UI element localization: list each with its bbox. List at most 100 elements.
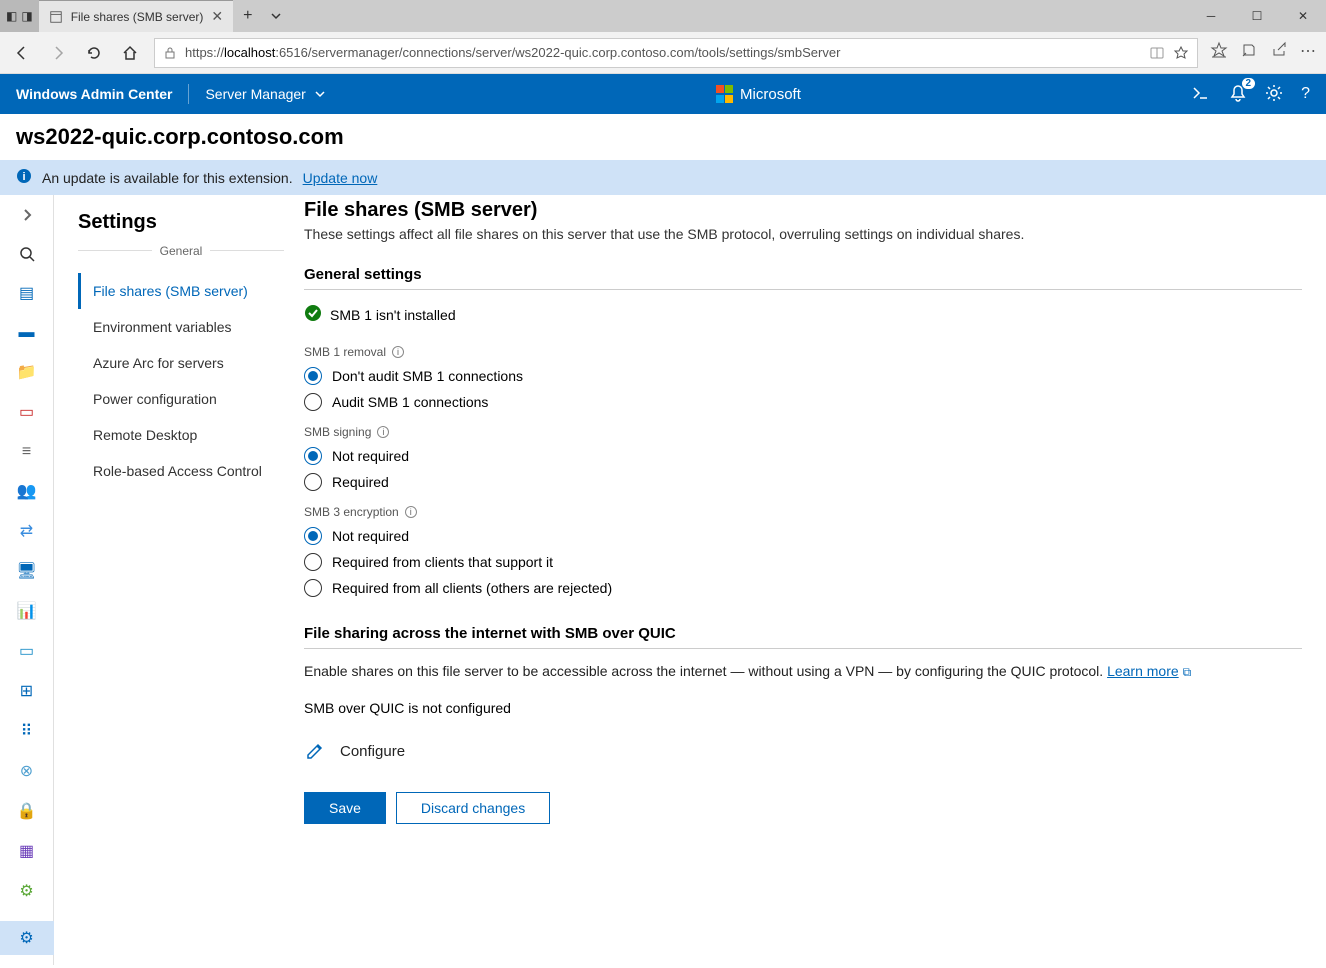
quic-heading: File sharing across the internet with SM… [304, 625, 1302, 649]
app-brand[interactable]: Windows Admin Center [0, 86, 188, 102]
radio-enc-not-required[interactable]: Not required [304, 527, 1302, 545]
breadcrumb[interactable]: Server Manager [189, 86, 341, 102]
notifications-icon[interactable]: 2 [1229, 84, 1247, 105]
rail-performance-icon[interactable]: 📊 [15, 601, 39, 621]
radio-signing-required[interactable]: Required [304, 473, 1302, 491]
radio-signing-not-required[interactable]: Not required [304, 447, 1302, 465]
radio-enc-all-clients[interactable]: Required from all clients (others are re… [304, 579, 1302, 597]
learn-more-link[interactable]: Learn more [1107, 663, 1179, 679]
tab-page-icon [49, 10, 63, 24]
reading-view-icon[interactable] [1149, 45, 1165, 61]
radio-button[interactable] [304, 527, 322, 545]
tools-rail: ▤ ▬ 📁 ▭ ≡ 👥 ⇄ 🖥 📊 ▭ ⊞ ⠿ ⊗ 🔒 ▦ ⚙ ⚙ [0, 195, 54, 965]
configure-button[interactable]: Configure [304, 740, 1302, 762]
rail-lock-icon[interactable]: 🔒 [15, 801, 39, 821]
rail-calendar-icon[interactable]: ▦ [15, 841, 39, 861]
notes-icon[interactable] [1240, 41, 1258, 64]
settings-gear-icon[interactable] [1265, 84, 1283, 105]
tab-close-icon[interactable]: ✕ [211, 8, 223, 25]
nav-file-shares[interactable]: File shares (SMB server) [78, 273, 304, 309]
nav-azure-arc[interactable]: Azure Arc for servers [78, 345, 304, 381]
refresh-button[interactable] [82, 41, 106, 65]
rail-power-icon[interactable]: ⊗ [15, 761, 39, 781]
svg-text:i: i [22, 171, 25, 183]
nav-rbac[interactable]: Role-based Access Control [78, 453, 304, 489]
minimize-button[interactable]: ─ [1188, 0, 1234, 32]
browser-address-bar: https://localhost:6516/servermanager/con… [0, 32, 1326, 74]
new-tab-button[interactable]: + [233, 0, 262, 32]
info-icon: i [16, 168, 32, 187]
radio-button[interactable] [304, 553, 322, 571]
quic-description: Enable shares on this file server to be … [304, 663, 1302, 680]
discard-button[interactable]: Discard changes [396, 792, 550, 824]
rail-expand-icon[interactable] [15, 205, 39, 224]
nav-environment-variables[interactable]: Environment variables [78, 309, 304, 345]
favorites-icon[interactable] [1210, 41, 1228, 64]
rail-card-icon[interactable]: ▭ [15, 641, 39, 661]
save-button[interactable]: Save [304, 792, 386, 824]
external-link-icon: ⧉ [1183, 665, 1192, 679]
tab-title: File shares (SMB server) [71, 10, 204, 24]
share-icon[interactable] [1270, 41, 1288, 64]
rail-network-icon[interactable]: ⇄ [15, 521, 39, 541]
rail-apps-icon[interactable]: ⠿ [15, 721, 39, 741]
update-banner: i An update is available for this extens… [0, 160, 1326, 195]
check-icon [304, 304, 322, 325]
nav-remote-desktop[interactable]: Remote Desktop [78, 417, 304, 453]
favorite-star-icon[interactable] [1173, 45, 1189, 61]
general-settings-heading: General settings [304, 266, 1302, 290]
microsoft-label: Microsoft [740, 86, 801, 103]
radio-button[interactable] [304, 447, 322, 465]
rail-settings-icon[interactable]: ⚙ [0, 921, 54, 955]
nav-power-configuration[interactable]: Power configuration [78, 381, 304, 417]
back-button[interactable] [10, 41, 34, 65]
powershell-icon[interactable] [1191, 83, 1211, 106]
rail-list-icon[interactable]: ≡ [15, 442, 39, 461]
rail-overview-icon[interactable]: ▤ [15, 283, 39, 303]
close-button[interactable]: ✕ [1280, 0, 1326, 32]
radio-button[interactable] [304, 393, 322, 411]
forward-button[interactable] [46, 41, 70, 65]
more-icon[interactable]: ⋯ [1300, 41, 1316, 64]
app-header: Windows Admin Center Server Manager Micr… [0, 74, 1326, 114]
smb3-encryption-label: SMB 3 encryption i [304, 505, 1302, 519]
tab-list-chevron-icon[interactable] [262, 0, 290, 32]
radio-dont-audit-smb1[interactable]: Don't audit SMB 1 connections [304, 367, 1302, 385]
rail-monitor-icon[interactable]: 🖥 [15, 561, 39, 581]
rail-services-icon[interactable]: ⚙ [15, 881, 39, 901]
window-titlebar: ◧ ◨ File shares (SMB server) ✕ + ─ ☐ ✕ [0, 0, 1326, 32]
smb1-status-text: SMB 1 isn't installed [330, 307, 456, 323]
home-button[interactable] [118, 41, 142, 65]
info-icon[interactable]: i [392, 346, 404, 358]
rail-firewall-icon[interactable]: ▭ [15, 402, 39, 422]
help-icon[interactable]: ? [1301, 85, 1310, 103]
maximize-button[interactable]: ☐ [1234, 0, 1280, 32]
radio-enc-supported-clients[interactable]: Required from clients that support it [304, 553, 1302, 571]
microsoft-logo-icon [716, 85, 734, 103]
smb1-removal-label: SMB 1 removal i [304, 345, 1302, 359]
info-icon[interactable]: i [377, 426, 389, 438]
radio-button[interactable] [304, 579, 322, 597]
radio-button[interactable] [304, 367, 322, 385]
titlebar-app-icons: ◧ ◨ [0, 0, 39, 32]
radio-button[interactable] [304, 473, 322, 491]
notification-count-badge: 2 [1242, 78, 1256, 89]
rail-files-icon[interactable]: 📁 [15, 362, 39, 382]
chevron-down-icon [314, 88, 326, 100]
url-input[interactable]: https://localhost:6516/servermanager/con… [154, 38, 1198, 68]
rail-azure-icon[interactable]: ▬ [15, 323, 39, 342]
settings-group-label: General [78, 250, 284, 273]
app-icon-1: ◧ [6, 9, 17, 23]
rail-users-icon[interactable]: 👥 [15, 481, 39, 501]
radio-audit-smb1[interactable]: Audit SMB 1 connections [304, 393, 1302, 411]
pencil-icon [304, 740, 326, 762]
rail-registry-icon[interactable]: ⊞ [15, 681, 39, 701]
app-icon-2: ◨ [21, 9, 32, 23]
search-icon[interactable] [15, 244, 39, 263]
info-icon[interactable]: i [405, 506, 417, 518]
smb-signing-label: SMB signing i [304, 425, 1302, 439]
settings-sidebar: Settings General File shares (SMB server… [54, 195, 304, 965]
update-now-link[interactable]: Update now [303, 170, 378, 186]
window-controls: ─ ☐ ✕ [1188, 0, 1326, 32]
browser-tab[interactable]: File shares (SMB server) ✕ [39, 0, 233, 32]
